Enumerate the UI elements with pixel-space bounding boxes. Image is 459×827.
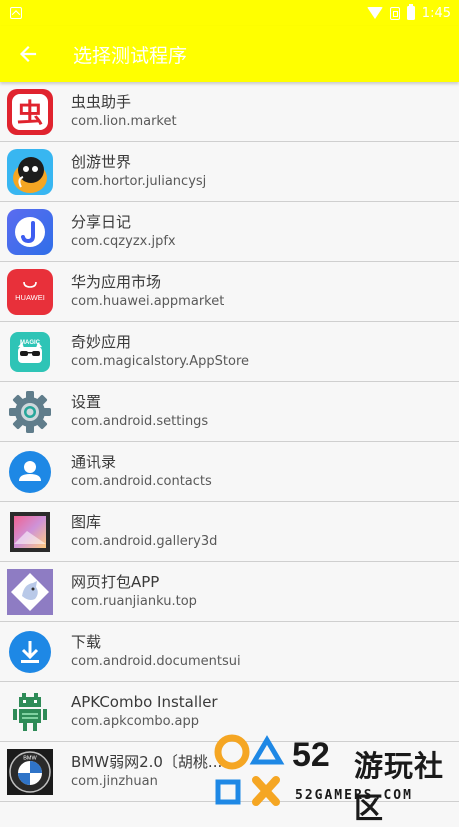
chongchong-icon: 虫 [7,88,53,135]
app-name: 奇妙应用 [71,333,132,351]
app-name: 下载 [71,633,102,651]
app-bar: 选择测试程序 [0,26,459,82]
list-item[interactable]: HUAWEI 华为应用市场 com.huawei.appmarket [0,262,459,322]
list-item[interactable]: APKCombo Installer com.apkcombo.app [0,682,459,742]
status-bar: 1:45 [0,0,459,26]
gallery-icon [7,509,53,555]
list-item[interactable]: 通讯录 com.android.contacts [0,442,459,502]
app-package: com.jinzhuan [71,774,158,789]
settings-gear-icon [7,389,53,435]
notification-icon [10,7,22,19]
fenxiang-icon [7,208,53,255]
app-name: 虫虫助手 [71,93,132,111]
app-name: 分享日记 [71,213,132,231]
app-name: 设置 [71,393,102,411]
app-name: BMW弱网2.0〔胡桃... [71,753,223,771]
app-name: APKCombo Installer [71,693,218,711]
list-item[interactable]: MAGIC 奇妙应用 com.magicalstory.AppStore [0,322,459,382]
app-package: com.lion.market [71,114,177,129]
app-name: 通讯录 [71,453,117,471]
list-item[interactable]: BMW BMW弱网2.0〔胡桃... com.jinzhuan [0,742,459,802]
svg-text:BMW: BMW [23,755,37,761]
list-item[interactable]: 图库 com.android.gallery3d [0,502,459,562]
status-time: 1:45 [421,5,451,21]
bmw-icon: BMW [7,748,53,795]
svg-text:虫: 虫 [17,99,43,129]
app-package: com.android.settings [71,414,209,429]
chuangyou-icon [7,148,53,195]
list-item[interactable]: 创游世界 com.hortor.juliancysj [0,142,459,202]
app-package: com.android.documentsui [71,654,241,669]
back-button[interactable] [0,26,56,82]
magic-icon: MAGIC [7,329,53,375]
svg-text:HUAWEI: HUAWEI [15,293,45,302]
list-item[interactable]: 分享日记 com.cqzyzx.jpfx [0,202,459,262]
list-item[interactable]: 网页打包APP com.ruanjianku.top [0,562,459,622]
app-package: com.hortor.juliancysj [71,174,207,189]
list-item[interactable]: 下载 com.android.documentsui [0,622,459,682]
battery-icon [406,4,415,20]
list-item[interactable]: 虫 虫虫助手 com.lion.market [0,82,459,142]
app-name: 网页打包APP [71,573,160,591]
app-list: 虫 虫虫助手 com.lion.market 创游世界 com.hortor.j… [0,82,459,802]
app-name: 创游世界 [71,153,132,171]
download-icon [7,629,53,675]
app-package: com.android.contacts [71,474,212,489]
web-pack-icon [7,568,53,615]
sim-card-icon [389,6,400,20]
apkcombo-android-icon [7,689,53,735]
app-package: com.ruanjianku.top [71,594,197,609]
huawei-appmarket-icon: HUAWEI [7,268,53,315]
app-package: com.android.gallery3d [71,534,218,549]
app-package: com.cqzyzx.jpfx [71,234,176,249]
contacts-icon [7,449,53,495]
page-title: 选择测试程序 [73,44,188,67]
app-name: 图库 [71,513,102,531]
arrow-back-icon [19,45,37,63]
app-name: 华为应用市场 [71,273,162,291]
list-item[interactable]: 设置 com.android.settings [0,382,459,442]
app-package: com.huawei.appmarket [71,294,225,309]
app-package: com.magicalstory.AppStore [71,354,250,369]
app-package: com.apkcombo.app [71,714,199,729]
wifi-icon [366,7,383,19]
